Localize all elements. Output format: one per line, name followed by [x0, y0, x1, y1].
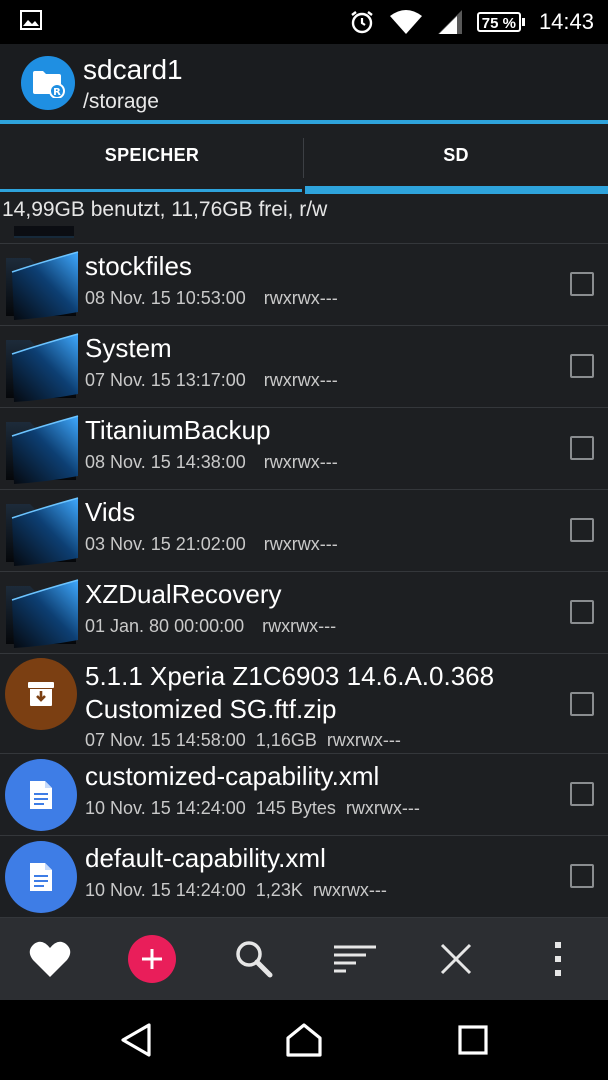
select-checkbox[interactable]	[570, 436, 594, 460]
folder-icon	[2, 412, 80, 485]
back-icon[interactable]	[86, 1000, 186, 1080]
file-date: 08 Nov. 15 10:53:00	[85, 288, 246, 308]
clock: 14:43	[538, 9, 594, 34]
file-permissions: rwxrwx---	[326, 730, 401, 750]
file-meta: 10 Nov. 15 14:24:00 145 Bytes rwxrwx---	[85, 798, 438, 819]
close-icon[interactable]	[416, 918, 496, 1000]
file-name: XZDualRecovery	[85, 579, 282, 609]
folder-icon	[2, 330, 80, 403]
file-name: 5.1.1 Xperia Z1C6903 14.6.A.0.368 Custom…	[85, 660, 494, 726]
app-bar: R sdcard1 /storage	[0, 44, 608, 120]
list-item[interactable]: customized-capability.xml 10 Nov. 15 14:…	[0, 754, 608, 836]
file-date: 03 Nov. 15 21:02:00	[85, 534, 246, 554]
list-item[interactable]: TitaniumBackup 08 Nov. 15 14:38:00 rwxrwx…	[0, 408, 608, 490]
file-name: default-capability.xml	[85, 843, 326, 873]
file-date: 01 Jan. 80 00:00:00	[85, 616, 245, 636]
file-meta: 03 Nov. 15 21:02:00 rwxrwx---	[85, 534, 356, 555]
list-item[interactable]: XZDualRecovery 01 Jan. 80 00:00:00 rwxrwx…	[0, 572, 608, 654]
file-meta: 08 Nov. 15 10:53:00 rwxrwx---	[85, 288, 356, 309]
add-icon[interactable]	[128, 935, 176, 983]
file-size: 145 Bytes	[255, 798, 336, 818]
list-item-partial[interactable]	[0, 226, 608, 244]
select-checkbox[interactable]	[570, 600, 594, 624]
file-permissions: rwxrwx---	[263, 452, 338, 472]
document-icon	[5, 841, 77, 913]
file-date: 10 Nov. 15 14:24:00	[85, 798, 246, 818]
archive-icon	[5, 658, 77, 730]
alarm-icon	[349, 9, 375, 35]
image-icon	[20, 10, 42, 35]
file-name: System	[85, 333, 172, 363]
bottom-action-bar	[0, 918, 608, 1000]
list-item[interactable]: 5.1.1 Xperia Z1C6903 14.6.A.0.368 Custom…	[0, 654, 608, 754]
page-title: sdcard1	[83, 54, 183, 85]
sd-card-folder-icon[interactable]: R	[21, 56, 75, 110]
storage-tabs: SPEICHER SD	[0, 124, 608, 194]
file-meta: 10 Nov. 15 14:24:00 1,23K rwxrwx---	[85, 880, 405, 901]
file-date: 07 Nov. 15 14:58:00	[85, 730, 246, 750]
signal-icon	[437, 9, 463, 35]
more-vert-icon[interactable]	[518, 918, 598, 1000]
tab-speicher[interactable]: SPEICHER	[0, 124, 304, 186]
file-permissions: rwxrwx---	[263, 288, 338, 308]
recents-icon[interactable]	[423, 1000, 523, 1080]
search-icon[interactable]	[214, 918, 294, 1000]
list-item[interactable]: System 07 Nov. 15 13:17:00 rwxrwx---	[0, 326, 608, 408]
add-button[interactable]	[112, 918, 192, 1000]
file-list: stockfiles 08 Nov. 15 10:53:00 rwxrwx--- …	[0, 244, 608, 918]
file-meta: 07 Nov. 15 14:58:00 1,16GB rwxrwx---	[85, 730, 419, 751]
select-checkbox[interactable]	[570, 518, 594, 542]
path-subtitle: /storage	[83, 90, 159, 113]
select-checkbox[interactable]	[570, 864, 594, 888]
file-permissions: rwxrwx---	[262, 616, 337, 636]
file-name: Vids	[85, 497, 136, 527]
file-date: 07 Nov. 15 13:17:00	[85, 370, 246, 390]
file-meta: 07 Nov. 15 13:17:00 rwxrwx---	[85, 370, 356, 391]
tab-sd[interactable]: SD	[304, 124, 608, 186]
file-permissions: rwxrwx---	[312, 880, 387, 900]
folder-icon	[2, 576, 80, 649]
list-item[interactable]: stockfiles 08 Nov. 15 10:53:00 rwxrwx---	[0, 244, 608, 326]
system-nav-bar	[0, 1000, 608, 1080]
select-checkbox[interactable]	[570, 272, 594, 296]
document-icon	[5, 759, 77, 831]
file-name: stockfiles	[85, 251, 192, 281]
storage-info: 14,99GB benutzt, 11,76GB frei, r/w	[2, 198, 328, 221]
file-permissions: rwxrwx---	[263, 370, 338, 390]
svg-text:R: R	[53, 87, 61, 98]
folder-icon	[2, 248, 80, 321]
file-size: 1,23K	[255, 880, 303, 900]
file-name: customized-capability.xml	[85, 761, 380, 791]
file-size: 1,16GB	[255, 730, 317, 750]
battery-icon: 75 %	[476, 12, 525, 32]
home-icon[interactable]	[254, 1000, 354, 1080]
status-bar: 75 % 14:43	[0, 0, 608, 44]
wifi-icon	[389, 9, 423, 35]
tab-indicator-inactive	[0, 189, 302, 192]
file-date: 10 Nov. 15 14:24:00	[85, 880, 246, 900]
file-name: TitaniumBackup	[85, 415, 271, 445]
battery-level: 75 %	[476, 12, 521, 32]
select-checkbox[interactable]	[570, 692, 594, 716]
list-item[interactable]: Vids 03 Nov. 15 21:02:00 rwxrwx---	[0, 490, 608, 572]
file-permissions: rwxrwx---	[263, 534, 338, 554]
select-checkbox[interactable]	[570, 782, 594, 806]
heart-icon[interactable]	[10, 918, 90, 1000]
file-date: 08 Nov. 15 14:38:00	[85, 452, 246, 472]
sort-icon[interactable]	[315, 918, 395, 1000]
folder-icon	[2, 494, 80, 567]
select-checkbox[interactable]	[570, 354, 594, 378]
tab-indicator-active	[305, 186, 608, 194]
file-meta: 08 Nov. 15 14:38:00 rwxrwx---	[85, 452, 356, 473]
file-permissions: rwxrwx---	[345, 798, 420, 818]
list-item[interactable]: default-capability.xml 10 Nov. 15 14:24:…	[0, 836, 608, 918]
file-name-line-1: 5.1.1 Xperia Z1C6903 14.6.A.0.368	[85, 661, 495, 691]
file-name-line-2: Customized SG.ftf.zip	[85, 694, 337, 724]
file-meta: 01 Jan. 80 00:00:00 rwxrwx---	[85, 616, 354, 637]
